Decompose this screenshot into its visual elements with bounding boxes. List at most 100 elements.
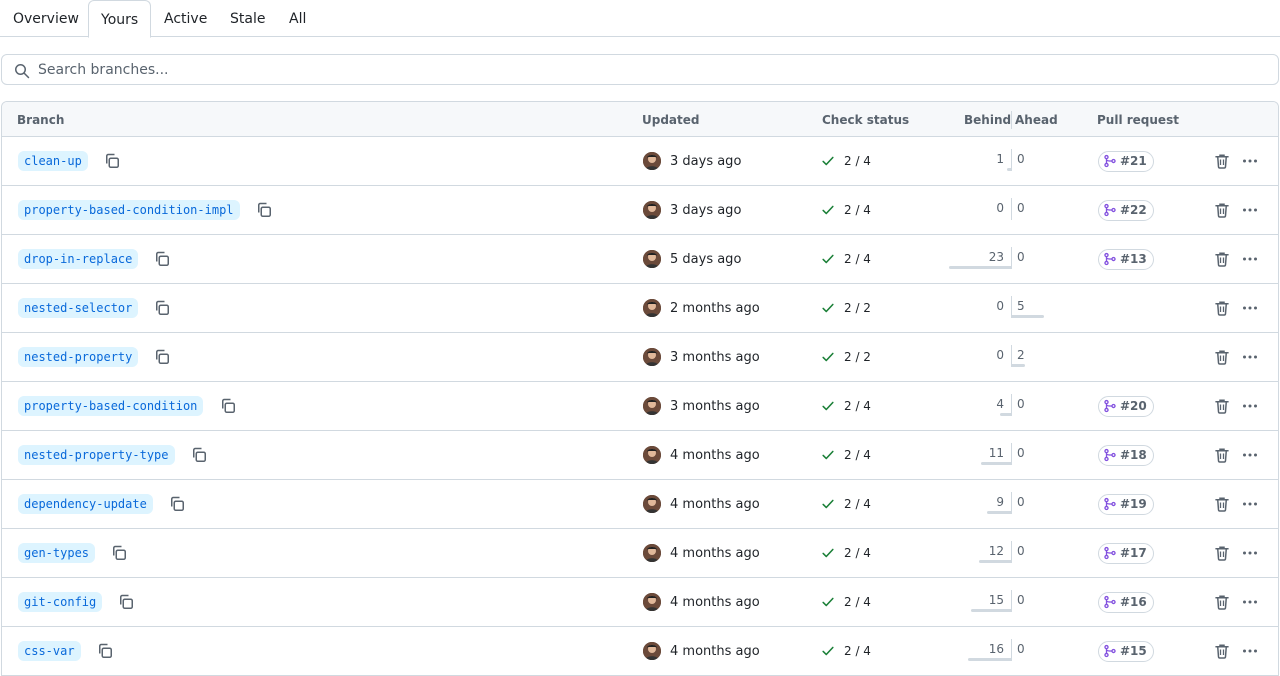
tab-overview[interactable]: Overview [1, 0, 91, 37]
kebab-horizontal-icon[interactable] [1242, 349, 1258, 365]
copy-icon[interactable] [191, 447, 207, 463]
pull-request-link[interactable]: #20 [1098, 396, 1154, 417]
check-status-link[interactable]: 2 / 2 [844, 333, 871, 382]
trash-icon[interactable] [1214, 447, 1230, 463]
pull-request-link[interactable]: #13 [1098, 249, 1154, 270]
avatar[interactable] [643, 495, 661, 513]
pull-request-link[interactable]: #21 [1098, 151, 1154, 172]
avatar[interactable] [643, 446, 661, 464]
copy-icon[interactable] [111, 545, 127, 561]
branch-name-link[interactable]: drop-in-replace [18, 249, 139, 269]
check-status-link[interactable]: 2 / 4 [844, 431, 871, 480]
check-status-link[interactable]: 2 / 4 [844, 235, 871, 284]
behind-ahead-divider [1011, 394, 1012, 416]
avatar[interactable] [643, 299, 661, 317]
check-status-link[interactable]: 2 / 4 [844, 137, 871, 186]
kebab-horizontal-icon[interactable] [1242, 447, 1258, 463]
trash-icon[interactable] [1214, 496, 1230, 512]
branch-name-link[interactable]: nested-property [18, 347, 139, 367]
kebab-horizontal-icon[interactable] [1242, 594, 1258, 610]
pull-request-link[interactable]: #15 [1098, 641, 1154, 662]
copy-icon[interactable] [97, 643, 113, 659]
trash-icon[interactable] [1214, 202, 1230, 218]
branch-name-link[interactable]: gen-types [18, 543, 96, 563]
pull-request-link[interactable]: #17 [1098, 543, 1154, 564]
pull-request-link[interactable]: #16 [1098, 592, 1154, 613]
branch-name-link[interactable]: clean-up [18, 151, 88, 171]
check-status-link[interactable]: 2 / 4 [844, 529, 871, 578]
copy-icon[interactable] [154, 300, 170, 316]
branch-name-link[interactable]: nested-selector [18, 298, 139, 318]
kebab-horizontal-icon[interactable] [1242, 202, 1258, 218]
behind-count: 11 [988, 446, 1004, 460]
kebab-horizontal-icon[interactable] [1242, 300, 1258, 316]
git-pull-request-icon [1103, 203, 1120, 217]
tab-all[interactable]: All [277, 0, 318, 37]
trash-icon[interactable] [1214, 153, 1230, 169]
copy-icon[interactable] [220, 398, 236, 414]
tab-stale[interactable]: Stale [218, 0, 277, 37]
trash-icon[interactable] [1214, 643, 1230, 659]
avatar[interactable] [643, 348, 661, 366]
branch-name-link[interactable]: css-var [18, 641, 81, 661]
column-header-updated: Updated [642, 113, 700, 127]
branches-table: Branch Updated Check status Behind Ahead… [1, 101, 1279, 676]
updated-time: 3 days ago [670, 154, 742, 169]
check-icon [821, 644, 835, 658]
pull-request-link[interactable]: #22 [1098, 200, 1154, 221]
avatar[interactable] [643, 544, 661, 562]
ahead-count: 0 [1017, 593, 1025, 607]
branch-name-link[interactable]: nested-property-type [18, 445, 175, 465]
behind-count: 0 [996, 201, 1004, 215]
branch-name-link[interactable]: dependency-update [18, 494, 153, 514]
kebab-horizontal-icon[interactable] [1242, 398, 1258, 414]
kebab-horizontal-icon[interactable] [1242, 496, 1258, 512]
avatar[interactable] [643, 201, 661, 219]
copy-icon[interactable] [169, 496, 185, 512]
trash-icon[interactable] [1214, 398, 1230, 414]
check-status-link[interactable]: 2 / 4 [844, 627, 871, 676]
branch-name-link[interactable]: git-config [18, 592, 103, 612]
trash-icon[interactable] [1214, 251, 1230, 267]
copy-icon[interactable] [256, 202, 272, 218]
table-header: Branch Updated Check status Behind Ahead… [2, 102, 1278, 137]
check-status-link[interactable]: 2 / 4 [844, 382, 871, 431]
copy-icon[interactable] [154, 251, 170, 267]
kebab-horizontal-icon[interactable] [1242, 545, 1258, 561]
branch-name-link[interactable]: property-based-condition-impl [18, 200, 240, 220]
tab-active[interactable]: Active [152, 0, 219, 37]
check-icon [821, 497, 835, 511]
check-icon [821, 399, 835, 413]
check-status-link[interactable]: 2 / 4 [844, 186, 871, 235]
avatar[interactable] [643, 642, 661, 660]
pull-request-link[interactable]: #18 [1098, 445, 1154, 466]
branch-name-link[interactable]: property-based-condition [18, 396, 204, 416]
avatar[interactable] [643, 397, 661, 415]
kebab-horizontal-icon[interactable] [1242, 643, 1258, 659]
check-status-link[interactable]: 2 / 2 [844, 284, 871, 333]
search-input[interactable] [38, 55, 1238, 84]
copy-icon[interactable] [118, 594, 134, 610]
behind-count: 1 [996, 152, 1004, 166]
kebab-horizontal-icon[interactable] [1242, 251, 1258, 267]
trash-icon[interactable] [1214, 349, 1230, 365]
check-status-link[interactable]: 2 / 4 [844, 480, 871, 529]
kebab-horizontal-icon[interactable] [1242, 153, 1258, 169]
check-icon [821, 546, 835, 560]
pull-request-number: #21 [1120, 154, 1147, 168]
table-row: clean-up 3 days ago 2 / 4 1 0 #21 [2, 137, 1278, 186]
avatar[interactable] [643, 250, 661, 268]
avatar[interactable] [643, 152, 661, 170]
trash-icon[interactable] [1214, 545, 1230, 561]
search-icon [15, 64, 30, 79]
pull-request-link[interactable]: #19 [1098, 494, 1154, 515]
updated-time: 3 months ago [670, 350, 760, 365]
avatar[interactable] [643, 593, 661, 611]
copy-icon[interactable] [104, 153, 120, 169]
copy-icon[interactable] [154, 349, 170, 365]
tab-yours[interactable]: Yours [88, 0, 152, 38]
git-pull-request-icon [1103, 399, 1120, 413]
check-status-link[interactable]: 2 / 4 [844, 578, 871, 627]
trash-icon[interactable] [1214, 594, 1230, 610]
trash-icon[interactable] [1214, 300, 1230, 316]
